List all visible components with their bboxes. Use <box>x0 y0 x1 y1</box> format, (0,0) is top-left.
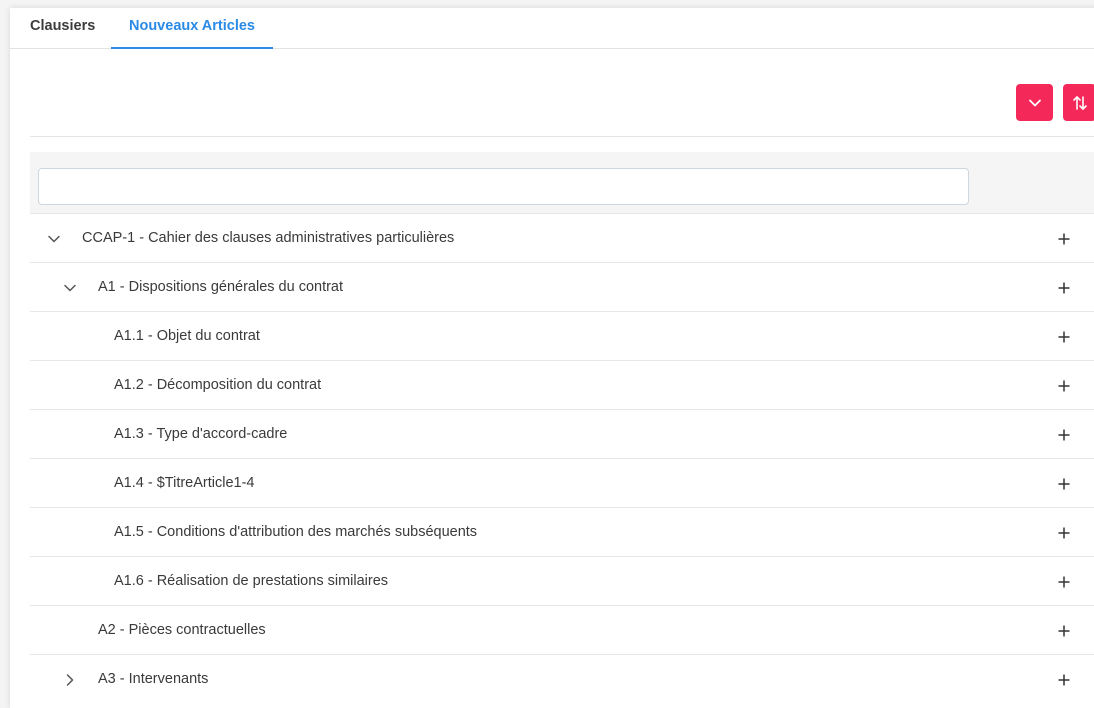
add-icon[interactable] <box>1034 312 1094 361</box>
chevron-down-icon <box>1028 99 1041 106</box>
sort-arrows-icon <box>1072 95 1087 110</box>
chevron-down-icon[interactable] <box>58 263 82 312</box>
tree-row-a1[interactable]: A1 - Dispositions générales du contrat <box>30 262 1094 311</box>
tree-row-label: A1 - Dispositions générales du contrat <box>98 279 344 295</box>
sort-button[interactable] <box>1063 84 1094 121</box>
tab-bar: Clausiers Nouveaux Articles <box>10 8 1094 49</box>
add-icon[interactable] <box>1034 263 1094 312</box>
tree-row-a2[interactable]: A2 - Pièces contractuelles <box>30 605 1094 654</box>
add-icon[interactable] <box>1034 410 1094 459</box>
tree-row-label: A2 - Pièces contractuelles <box>98 622 266 638</box>
tree-row-label: A1.6 - Réalisation de prestations simila… <box>114 573 389 589</box>
tree-row-a3[interactable]: A3 - Intervenants <box>30 654 1094 703</box>
tree-row-a1-4[interactable]: A1.4 - $TitreArticle1-4 <box>30 458 1094 507</box>
article-tree: CCAP-1 - Cahier des clauses administrati… <box>30 213 1094 703</box>
tree-row-label: A1.3 - Type d'accord-cadre <box>114 426 288 442</box>
tab-nouveaux-articles[interactable]: Nouveaux Articles <box>111 8 273 49</box>
tab-clausiers[interactable]: Clausiers <box>30 8 95 49</box>
tree-row-a1-6[interactable]: A1.6 - Réalisation de prestations simila… <box>30 556 1094 605</box>
tree-row-label: A1.2 - Décomposition du contrat <box>114 377 322 393</box>
chevron-down-icon[interactable] <box>42 214 66 263</box>
tree-row-a1-2[interactable]: A1.2 - Décomposition du contrat <box>30 360 1094 409</box>
add-icon[interactable] <box>1034 508 1094 557</box>
tree-row-label: CCAP-1 - Cahier des clauses administrati… <box>82 230 455 246</box>
tree-row-a1-3[interactable]: A1.3 - Type d'accord-cadre <box>30 409 1094 458</box>
tree-row-label: A1.4 - $TitreArticle1-4 <box>114 475 255 491</box>
add-icon[interactable] <box>1034 557 1094 606</box>
expand-all-button[interactable] <box>1016 84 1053 121</box>
add-icon[interactable] <box>1034 214 1094 263</box>
tree-row-a1-5[interactable]: A1.5 - Conditions d'attribution des marc… <box>30 507 1094 556</box>
add-icon[interactable] <box>1034 459 1094 508</box>
add-icon[interactable] <box>1034 606 1094 655</box>
toolbar-divider <box>30 136 1094 137</box>
add-icon[interactable] <box>1034 361 1094 410</box>
tree-row-a1-1[interactable]: A1.1 - Objet du contrat <box>30 311 1094 360</box>
clause-panel: Clausiers Nouveaux Articles CCAP-1 - Cah… <box>10 8 1094 708</box>
tree-row-label: A1.1 - Objet du contrat <box>114 328 260 344</box>
search-input[interactable] <box>38 168 969 205</box>
filter-band <box>30 152 1094 213</box>
tree-row-label: A1.5 - Conditions d'attribution des marc… <box>114 524 478 540</box>
tree-row-ccap-1[interactable]: CCAP-1 - Cahier des clauses administrati… <box>30 213 1094 262</box>
